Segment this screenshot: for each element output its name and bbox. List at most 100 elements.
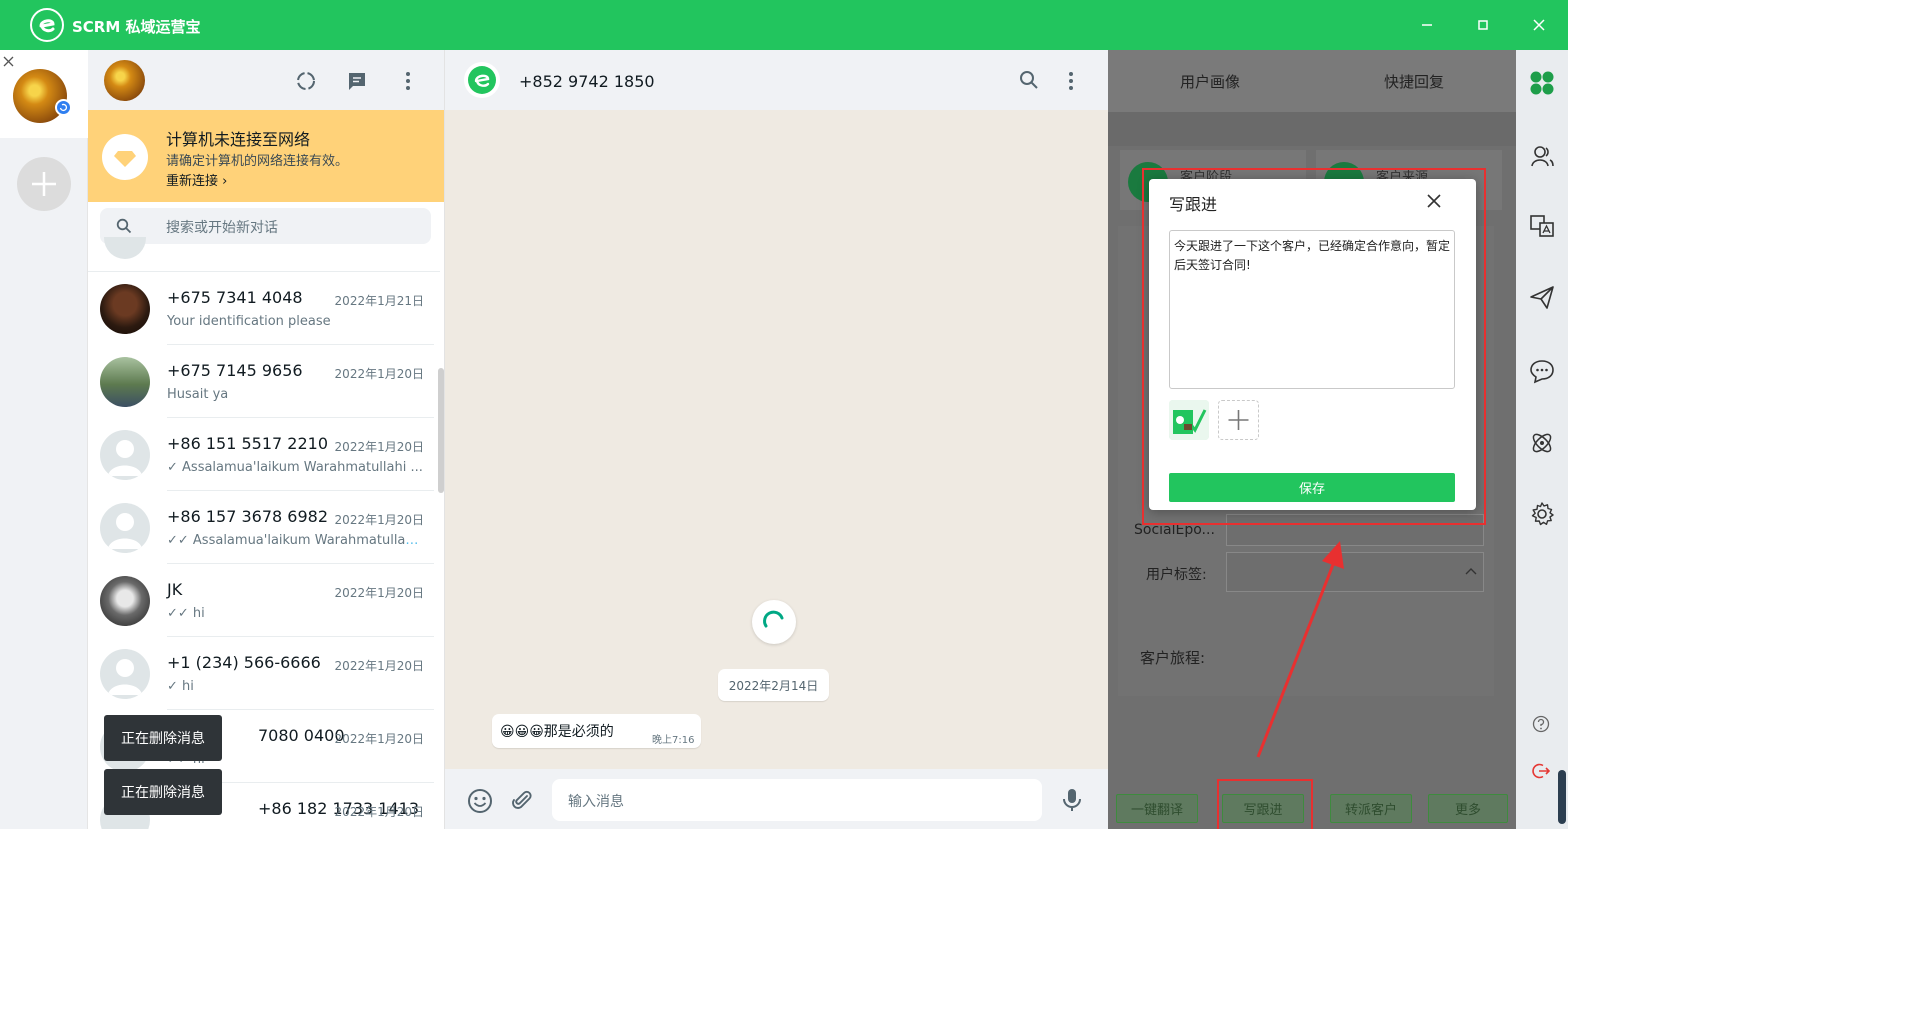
integration-icon[interactable] bbox=[1529, 430, 1555, 456]
app-logo-icon bbox=[30, 8, 64, 42]
chat-name: 7080 0400 bbox=[258, 726, 345, 745]
loading-spinner-icon bbox=[752, 600, 796, 644]
minimize-button[interactable] bbox=[1399, 0, 1455, 50]
chat-date: 2022年1月20日 bbox=[334, 586, 424, 600]
toast-notification: 正在删除消息 bbox=[104, 715, 222, 761]
chat-preview: Husait ya bbox=[167, 387, 229, 402]
chat-name: JK bbox=[167, 580, 183, 599]
title-bar: SCRM 私域运营宝 bbox=[0, 0, 1568, 50]
translate-icon[interactable] bbox=[1529, 213, 1555, 239]
message-input[interactable]: 输入消息 bbox=[552, 779, 1042, 821]
offline-banner: 计算机未连接至网络 请确定计算机的网络连接有效。 重新连接 › bbox=[88, 110, 444, 202]
default-avatar-icon bbox=[100, 649, 150, 699]
status-icon[interactable] bbox=[295, 70, 317, 92]
toast-notification: 正在删除消息 bbox=[104, 769, 222, 815]
tab-user-profile[interactable]: 用户画像 bbox=[1108, 50, 1312, 112]
composer-bar: 输入消息 bbox=[445, 769, 1108, 829]
avatar bbox=[100, 284, 150, 334]
chat-name: +675 7145 9656 bbox=[167, 361, 303, 380]
default-avatar-icon bbox=[100, 503, 150, 553]
search-input[interactable]: 搜索或开始新对话 bbox=[166, 217, 278, 237]
avatar bbox=[100, 357, 150, 407]
new-chat-icon[interactable] bbox=[346, 70, 368, 92]
chat-date: 2022年1月20日 bbox=[334, 513, 424, 527]
chat-row[interactable]: +86 151 5517 2210 2022年1月20日 ✓ Assalamua… bbox=[88, 418, 440, 491]
conversation-header: +852 9742 1850 bbox=[445, 50, 1108, 110]
chat-date: 2022年1月20日 bbox=[334, 367, 424, 381]
translate-button[interactable]: 一键翻译 bbox=[1116, 794, 1198, 823]
banner-subtitle: 请确定计算机的网络连接有效。 bbox=[166, 154, 349, 169]
volume-meter bbox=[1558, 770, 1566, 824]
chat-preview-text: ✓✓ Assalamua'laikum Warahmatullahi ... bbox=[167, 533, 423, 548]
chat-date: 2022年1月21日 bbox=[334, 294, 424, 308]
chat-row[interactable]: +675 7145 9656 2022年1月20日 Husait ya bbox=[88, 345, 440, 418]
close-account-icon[interactable] bbox=[3, 56, 14, 67]
avatar bbox=[100, 576, 150, 626]
search-icon bbox=[116, 218, 132, 234]
avatar bbox=[104, 237, 146, 259]
logout-icon[interactable] bbox=[1532, 762, 1550, 780]
profile-avatar[interactable] bbox=[104, 60, 145, 101]
chat-row[interactable]: +1 (234) 566-6666 2022年1月20日 ✓ hi bbox=[88, 637, 440, 710]
chat-preview: ✓ Assalamua'laikum Warahmatullahi ... bbox=[167, 460, 423, 475]
chat-preview: ✓✓ Assalamua'laikum Warahmatullahi ... bbox=[167, 533, 423, 548]
attach-icon[interactable] bbox=[510, 788, 534, 812]
default-avatar-icon bbox=[100, 430, 150, 480]
search-box[interactable]: 搜索或开始新对话 bbox=[100, 208, 431, 244]
contact-name[interactable]: +852 9742 1850 bbox=[519, 72, 655, 91]
chevron-up-icon bbox=[1465, 567, 1477, 575]
transfer-customer-button[interactable]: 转派客户 bbox=[1330, 794, 1412, 823]
warning-icon bbox=[102, 134, 148, 180]
chat-row[interactable]: +675 7341 4048 2022年1月21日 Your identific… bbox=[88, 272, 440, 345]
tags-field-label: 用户标签: bbox=[1146, 567, 1207, 583]
account-card[interactable] bbox=[0, 50, 88, 138]
settings-gear-icon[interactable] bbox=[1529, 501, 1555, 527]
emoji-icon[interactable] bbox=[467, 788, 493, 814]
apps-grid-icon[interactable] bbox=[1529, 70, 1555, 96]
tool-rail bbox=[1516, 50, 1568, 829]
chat-row[interactable]: +86 157 3678 6982 2022年1月20日 ✓✓ Assalamu… bbox=[88, 491, 440, 564]
close-window-button[interactable] bbox=[1511, 0, 1567, 50]
reconnect-link[interactable]: 重新连接 › bbox=[166, 170, 227, 189]
more-button[interactable]: 更多 bbox=[1428, 794, 1508, 823]
help-icon[interactable] bbox=[1532, 715, 1550, 733]
chat-preview: Your identification please bbox=[167, 314, 331, 329]
chat-preview: ✓ hi bbox=[167, 679, 194, 694]
chat-name: +1 (234) 566-6666 bbox=[167, 653, 321, 672]
add-account-button[interactable] bbox=[17, 157, 71, 211]
message-input-placeholder: 输入消息 bbox=[568, 794, 624, 810]
panel-spacer bbox=[1108, 112, 1516, 146]
chat-date: 2022年1月20日 bbox=[334, 659, 424, 673]
message-bubble[interactable]: 😀😀😀那是必须的 晚上7:16 bbox=[492, 714, 701, 748]
chat-row-partial[interactable] bbox=[88, 237, 440, 272]
chat-bubble-icon[interactable] bbox=[1529, 358, 1555, 384]
maximize-button[interactable] bbox=[1455, 0, 1511, 50]
chat-name: +86 151 5517 2210 bbox=[167, 434, 328, 453]
user-profile-icon[interactable] bbox=[1529, 143, 1555, 169]
sync-badge-icon bbox=[55, 99, 72, 116]
annotation-box-dialog bbox=[1142, 168, 1486, 525]
conversation-pane: +852 9742 1850 2022年2月14日 😀😀😀那是必须的 晚上7:1… bbox=[445, 50, 1108, 829]
conversation-menu-icon[interactable] bbox=[1061, 70, 1081, 92]
chat-name: +86 157 3678 6982 bbox=[167, 507, 328, 526]
chat-date: 2022年1月20日 bbox=[334, 805, 424, 819]
chat-date: 2022年1月20日 bbox=[334, 732, 424, 746]
search-chat-icon[interactable] bbox=[1019, 70, 1039, 90]
chat-name: +675 7341 4048 bbox=[167, 288, 303, 307]
chat-row[interactable]: JK 2022年1月20日 ✓✓ hi bbox=[88, 564, 440, 637]
message-text: 😀😀😀那是必须的 bbox=[500, 724, 614, 740]
chat-date: 2022年1月20日 bbox=[334, 440, 424, 454]
send-icon[interactable] bbox=[1529, 284, 1555, 310]
chat-list-panel: 计算机未连接至网络 请确定计算机的网络连接有效。 重新连接 › 搜索或开始新对话… bbox=[88, 50, 445, 829]
annotation-box-button bbox=[1217, 779, 1313, 829]
annotation-arrow-icon bbox=[1256, 541, 1344, 758]
menu-icon[interactable] bbox=[398, 70, 418, 92]
tab-quick-reply[interactable]: 快捷回复 bbox=[1312, 50, 1516, 112]
banner-title: 计算机未连接至网络 bbox=[166, 130, 311, 149]
chat-list-header bbox=[88, 50, 444, 110]
microphone-icon[interactable] bbox=[1061, 787, 1083, 813]
contact-avatar[interactable] bbox=[464, 62, 500, 98]
journey-label: 客户旅程: bbox=[1140, 649, 1206, 667]
app-title: SCRM 私域运营宝 bbox=[72, 18, 201, 36]
message-time: 晚上7:16 bbox=[652, 735, 695, 746]
